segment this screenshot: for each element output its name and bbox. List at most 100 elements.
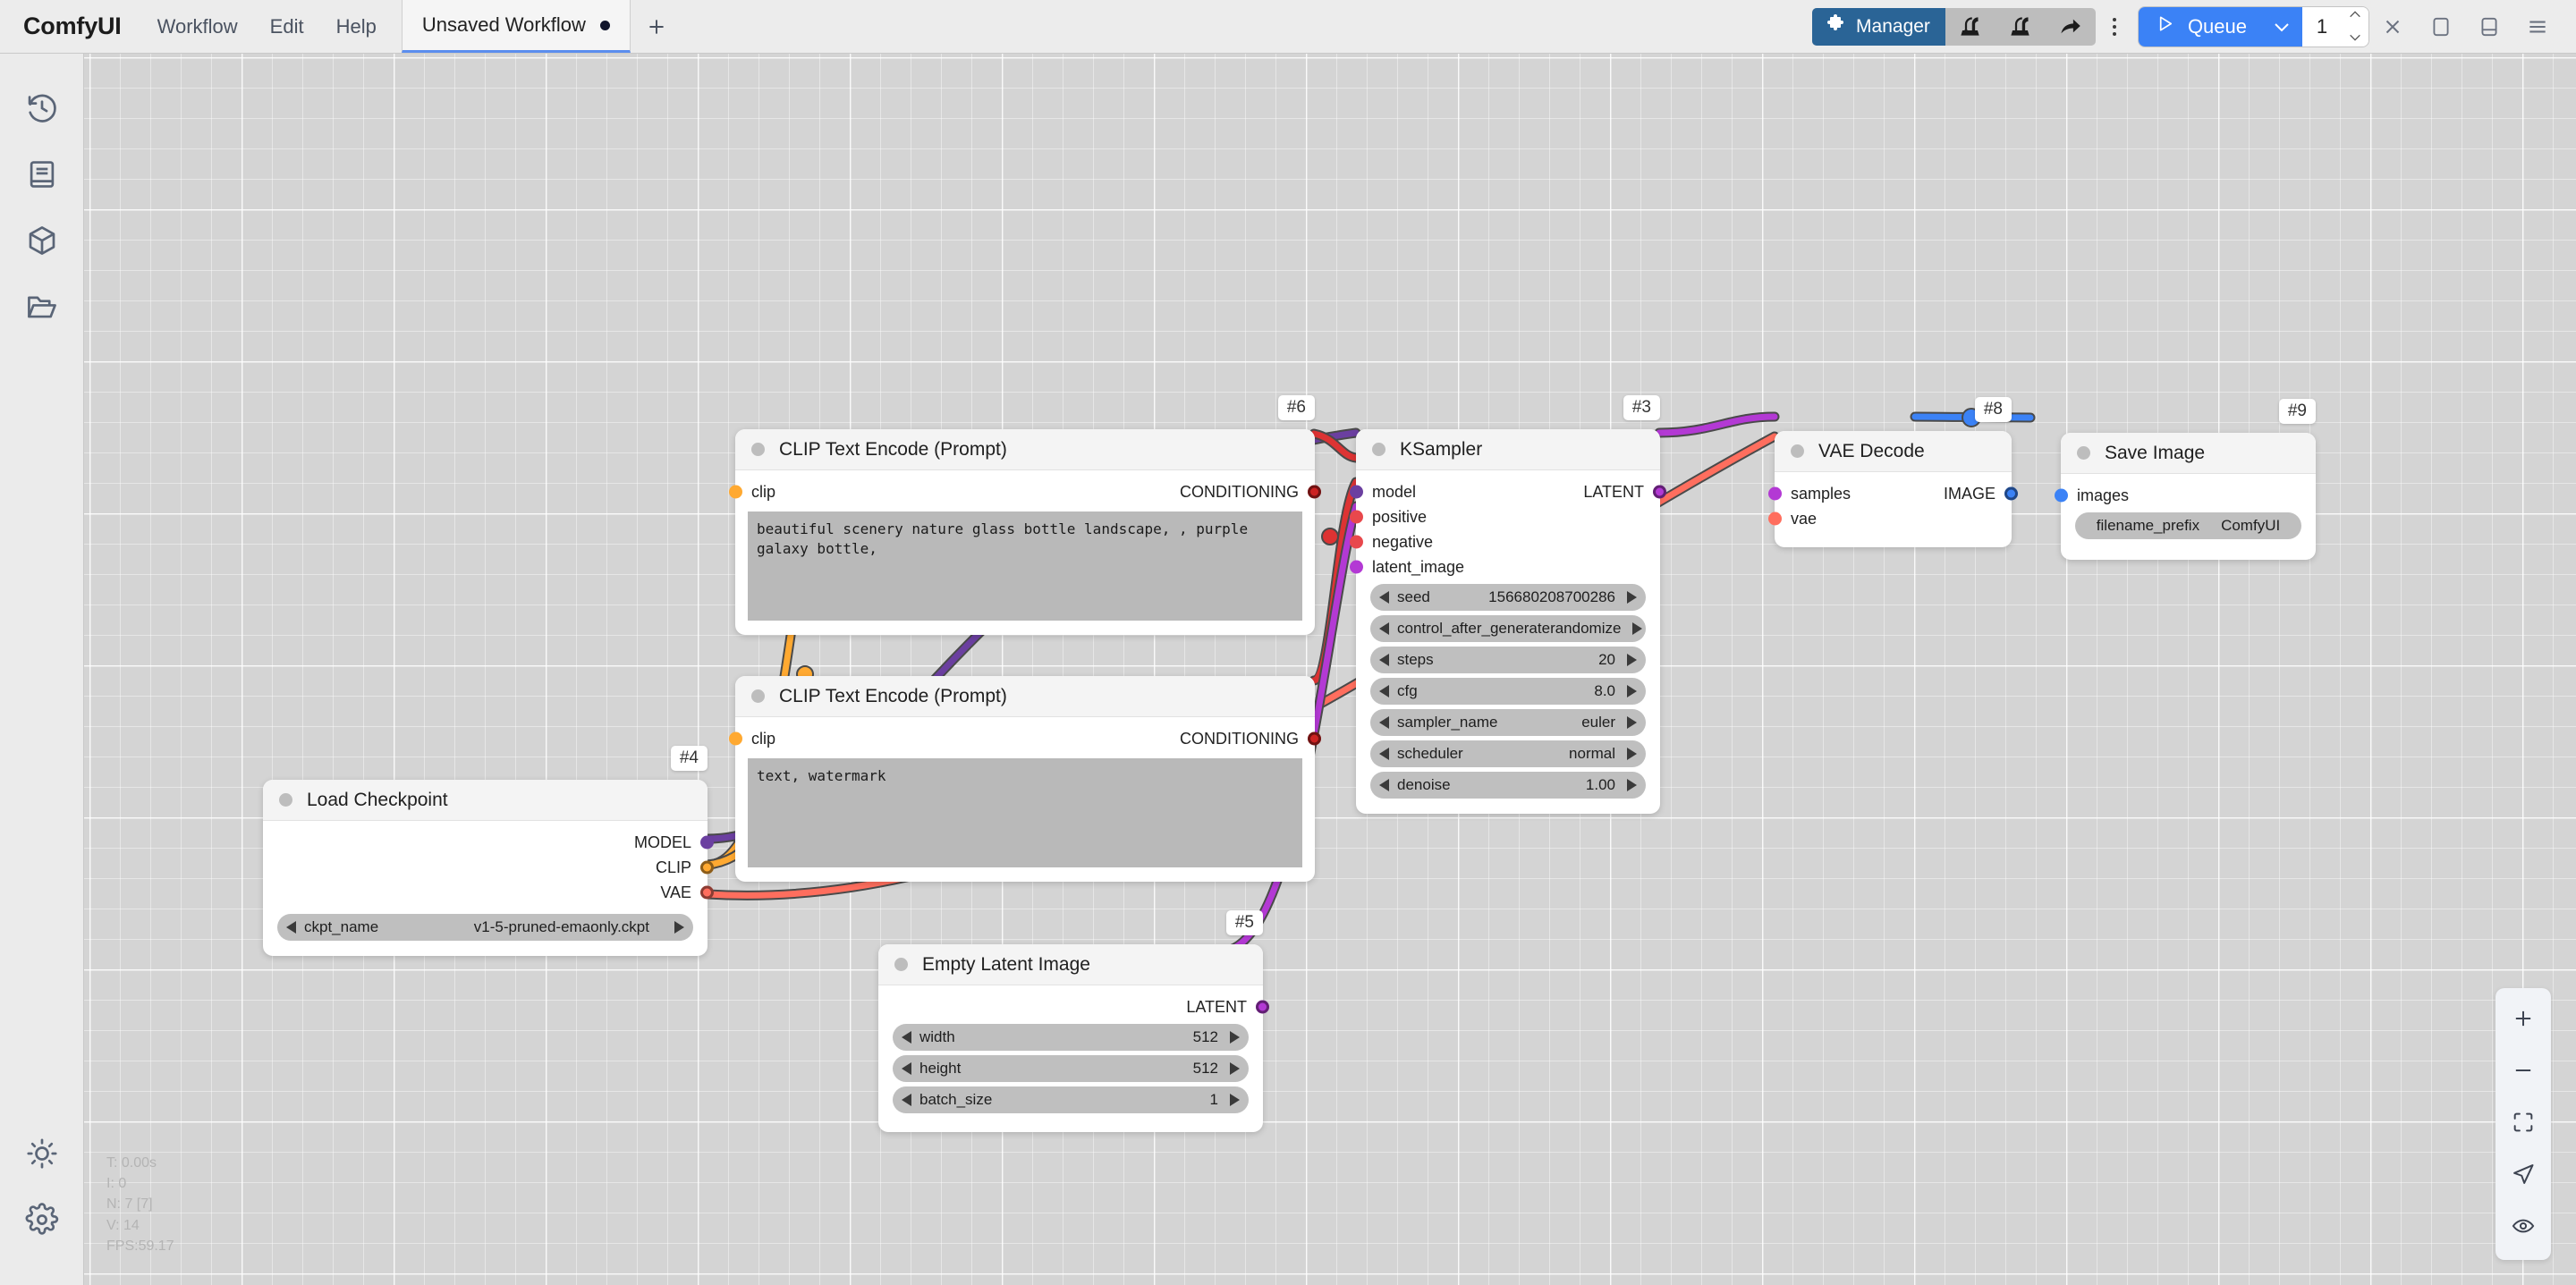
- select-tool-button[interactable]: [2499, 1153, 2547, 1199]
- chevron-down-icon[interactable]: [2348, 30, 2362, 46]
- widget-value[interactable]: 156680208700286: [1488, 588, 1615, 606]
- decrement-arrow-icon[interactable]: [1379, 622, 1389, 635]
- collapse-toggle-icon[interactable]: [1791, 444, 1804, 458]
- widget-seed[interactable]: seed 156680208700286: [1370, 584, 1646, 611]
- node-header[interactable]: Empty Latent Image: [878, 944, 1263, 985]
- input-dot-clip[interactable]: [729, 731, 742, 746]
- chevron-down-icon[interactable]: [2261, 6, 2302, 46]
- collapse-toggle-icon[interactable]: [2077, 446, 2090, 460]
- kebab-menu-icon[interactable]: [2096, 8, 2133, 46]
- sidebar-item-workflows[interactable]: [9, 275, 75, 342]
- decrement-arrow-icon[interactable]: [286, 921, 296, 934]
- output-dot-model[interactable]: [700, 835, 714, 850]
- widget-height[interactable]: height 512: [893, 1055, 1249, 1082]
- node-header[interactable]: KSampler: [1356, 429, 1660, 470]
- decrement-arrow-icon[interactable]: [902, 1031, 911, 1044]
- workflow-canvas[interactable]: #6 CLIP Text Encode (Prompt) clip CONDIT…: [84, 54, 2576, 1285]
- tab-unsaved-workflow[interactable]: Unsaved Workflow: [401, 0, 631, 53]
- input-dot-images[interactable]: [2055, 488, 2068, 503]
- increment-arrow-icon[interactable]: [1627, 748, 1637, 760]
- widget-filename-prefix[interactable]: filename_prefix ComfyUI: [2075, 512, 2301, 539]
- zoom-out-button[interactable]: [2499, 1049, 2547, 1095]
- input-dot-negative[interactable]: [1350, 535, 1363, 549]
- input-dot-positive[interactable]: [1350, 510, 1363, 524]
- node-header[interactable]: Load Checkpoint: [263, 780, 708, 821]
- decrement-arrow-icon[interactable]: [1379, 685, 1389, 697]
- widget-value[interactable]: 1: [1210, 1091, 1218, 1109]
- panel-bottom-icon[interactable]: [2465, 0, 2513, 54]
- sidebar-item-queue-history[interactable]: [9, 77, 75, 143]
- panel-right-icon[interactable]: [2417, 0, 2465, 54]
- widget-value[interactable]: randomize: [1550, 620, 1621, 638]
- output-dot-vae[interactable]: [700, 885, 714, 900]
- node-empty-latent-image[interactable]: #5 Empty Latent Image LATENT width 512 h…: [878, 910, 1269, 1132]
- widget-batch-size[interactable]: batch_size 1: [893, 1086, 1249, 1113]
- widget-denoise[interactable]: denoise 1.00: [1370, 772, 1646, 799]
- node-header[interactable]: VAE Decode: [1775, 431, 2012, 472]
- widget-ckpt-name[interactable]: ckpt_name v1-5-pruned-emaonly.ckpt: [277, 914, 693, 941]
- output-dot-latent[interactable]: [1256, 1000, 1269, 1014]
- toggle-link-visibility-button[interactable]: [2499, 1205, 2547, 1251]
- input-dot-model[interactable]: [1350, 485, 1363, 499]
- node-clip-text-encode-positive[interactable]: #6 CLIP Text Encode (Prompt) clip CONDIT…: [729, 395, 1321, 635]
- decrement-arrow-icon[interactable]: [1379, 591, 1389, 604]
- node-header[interactable]: Save Image: [2061, 433, 2316, 474]
- increment-arrow-icon[interactable]: [1632, 622, 1643, 635]
- fit-view-button[interactable]: [2499, 1101, 2547, 1147]
- input-dot-samples[interactable]: [1768, 486, 1782, 501]
- increment-arrow-icon[interactable]: [1627, 716, 1637, 729]
- node-vae-decode[interactable]: #8 VAE Decode samples IMAGE vae: [1768, 397, 2018, 547]
- input-dot-vae[interactable]: [1768, 511, 1782, 526]
- sidebar-item-node-library[interactable]: [9, 209, 75, 275]
- menu-help[interactable]: Help: [320, 0, 393, 53]
- increment-arrow-icon[interactable]: [1230, 1062, 1240, 1075]
- vacuum-icon[interactable]: [1945, 8, 1996, 46]
- sidebar-item-settings[interactable]: [9, 1188, 75, 1255]
- share-arrow-icon[interactable]: [2046, 8, 2096, 46]
- sidebar-item-theme-toggle[interactable]: [9, 1122, 75, 1188]
- node-header[interactable]: CLIP Text Encode (Prompt): [735, 429, 1315, 470]
- queue-batch-count-input[interactable]: 1: [2302, 6, 2342, 46]
- widget-steps[interactable]: steps 20: [1370, 647, 1646, 673]
- collapse-toggle-icon[interactable]: [1372, 443, 1385, 456]
- increment-arrow-icon[interactable]: [1627, 591, 1637, 604]
- widget-value[interactable]: 20: [1598, 651, 1615, 669]
- decrement-arrow-icon[interactable]: [1379, 748, 1389, 760]
- output-dot-latent[interactable]: [1653, 485, 1666, 499]
- widget-scheduler[interactable]: scheduler normal: [1370, 740, 1646, 767]
- decrement-arrow-icon[interactable]: [902, 1062, 911, 1075]
- hamburger-menu-icon[interactable]: [2513, 0, 2562, 54]
- increment-arrow-icon[interactable]: [1627, 685, 1637, 697]
- input-dot-clip[interactable]: [729, 485, 742, 499]
- chevron-up-icon[interactable]: [2348, 7, 2362, 23]
- menu-edit[interactable]: Edit: [254, 0, 320, 53]
- widget-value[interactable]: normal: [1569, 745, 1615, 763]
- decrement-arrow-icon[interactable]: [1379, 779, 1389, 791]
- decrement-arrow-icon[interactable]: [902, 1094, 911, 1106]
- increment-arrow-icon[interactable]: [1230, 1094, 1240, 1106]
- input-dot-latent-image[interactable]: [1350, 560, 1363, 574]
- widget-value[interactable]: 512: [1193, 1060, 1218, 1078]
- widget-value[interactable]: v1-5-pruned-emaonly.ckpt: [474, 918, 649, 936]
- sidebar-item-model-library[interactable]: [9, 143, 75, 209]
- increment-arrow-icon[interactable]: [1627, 779, 1637, 791]
- increment-arrow-icon[interactable]: [674, 921, 684, 934]
- prompt-textarea[interactable]: beautiful scenery nature glass bottle la…: [748, 511, 1302, 621]
- output-dot-conditioning[interactable]: [1308, 731, 1321, 746]
- node-header[interactable]: CLIP Text Encode (Prompt): [735, 676, 1315, 717]
- widget-value[interactable]: 1.00: [1586, 776, 1615, 794]
- widget-sampler-name[interactable]: sampler_name euler: [1370, 709, 1646, 736]
- manager-button[interactable]: Manager: [1812, 7, 1945, 46]
- increment-arrow-icon[interactable]: [1230, 1031, 1240, 1044]
- widget-value[interactable]: 8.0: [1594, 682, 1615, 700]
- menu-workflow[interactable]: Workflow: [141, 0, 254, 53]
- widget-value[interactable]: ComfyUI: [2221, 517, 2280, 535]
- output-dot-conditioning[interactable]: [1308, 485, 1321, 499]
- zoom-in-button[interactable]: [2499, 997, 2547, 1044]
- widget-control-after-generate[interactable]: control_after_generate randomize: [1370, 615, 1646, 642]
- collapse-toggle-icon[interactable]: [751, 443, 765, 456]
- vacuum-icon[interactable]: [1996, 8, 2046, 46]
- decrement-arrow-icon[interactable]: [1379, 716, 1389, 729]
- collapse-toggle-icon[interactable]: [279, 793, 292, 807]
- node-load-checkpoint[interactable]: #4 Load Checkpoint MODEL CLIP VAE ckpt_n…: [263, 746, 714, 956]
